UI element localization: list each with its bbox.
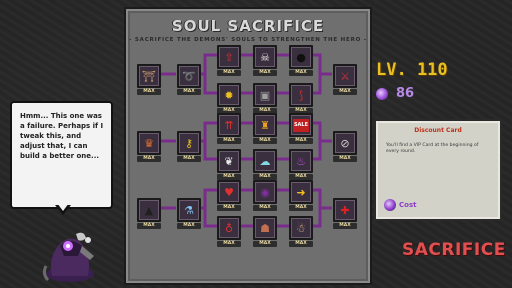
sacrifice-button[interactable]: SACRIFICE [402, 240, 506, 260]
purple-flame-icon: ♨ [296, 154, 306, 168]
no-entry-icon: ⊘ [340, 136, 350, 150]
skill-node-red-cross[interactable]: ✚ MAX [333, 198, 357, 229]
skill-node-sun-gear[interactable]: ✹ MAX [217, 83, 241, 114]
skill-node-skull-mage[interactable]: ☠ MAX [253, 45, 277, 76]
skill-node-chest[interactable]: ▣ MAX [253, 83, 277, 114]
soul-counter: 86 [376, 86, 414, 101]
skill-node-treasure[interactable]: ♜ MAX [253, 113, 277, 144]
max-badge: MAX [217, 241, 241, 247]
max-badge: MAX [289, 70, 313, 76]
arrow-right-icon: ➜ [296, 185, 306, 199]
sun-gear-icon: ✹ [224, 88, 234, 102]
player-level: LV. 110 [376, 60, 448, 80]
red-cross-icon: ✚ [340, 203, 350, 217]
skill-node-sale-tag[interactable]: SALE MAX [289, 113, 313, 144]
bomb-icon: ● [296, 50, 306, 64]
claw-icon: ⟆ [298, 88, 304, 102]
max-badge: MAX [333, 156, 357, 162]
chest-icon: ▣ [259, 88, 271, 102]
max-badge: MAX [333, 89, 357, 95]
panel-subtitle: - SACRIFICE THE DEMONS' SOULS TO STRENGT… [129, 37, 367, 43]
skill-node-key[interactable]: ⚷ MAX [177, 131, 201, 162]
max-badge: MAX [253, 205, 277, 211]
max-badge: MAX [137, 156, 161, 162]
red-potion-icon: ♁ [224, 221, 234, 235]
sale-tag-icon: SALE [292, 118, 310, 132]
heart-up-icon: ♥ [224, 185, 234, 199]
demon-crown-icon: ♛ [144, 136, 154, 150]
panel-title: SOUL SACRIFICE [171, 17, 325, 35]
max-badge: MAX [217, 205, 241, 211]
dialog-tail-fill [57, 203, 69, 211]
soul-icon [376, 87, 388, 100]
key-icon: ⚷ [184, 136, 194, 150]
max-badge: MAX [217, 138, 241, 144]
max-badge: MAX [177, 89, 201, 95]
cost-label: Cost [399, 201, 417, 209]
skill-node-purple-flame[interactable]: ♨ MAX [289, 149, 313, 180]
card-description: You'll find a VIP Card at the beginning … [386, 143, 479, 154]
skill-node-bomb[interactable]: ● MAX [289, 45, 313, 76]
skill-node-claw[interactable]: ⟆ MAX [289, 83, 313, 114]
skill-node-heart-up[interactable]: ♥ MAX [217, 180, 241, 211]
wings-icon: ❦ [224, 154, 234, 168]
max-badge: MAX [253, 70, 277, 76]
skill-node-double-arrow[interactable]: ⇈ MAX [217, 113, 241, 144]
ghost-icon: ☁ [259, 154, 271, 168]
soul-cost-icon [384, 199, 396, 211]
demon-scientist-character [42, 232, 94, 282]
skull-mage-icon: ☠ [260, 50, 270, 64]
skill-node-no-entry[interactable]: ⊘ MAX [333, 131, 357, 162]
card-title: Discount Card [414, 127, 462, 134]
skill-node-flex-arm[interactable]: ☃ MAX [289, 216, 313, 247]
crossed-swords-icon: ⚔ [340, 69, 350, 83]
skill-node-red-potion[interactable]: ♁ MAX [217, 216, 241, 247]
max-badge: MAX [137, 223, 161, 229]
max-badge: MAX [333, 223, 357, 229]
max-badge: MAX [253, 241, 277, 247]
upgrade-arrow-icon: ⇧ [224, 50, 234, 64]
skill-node-arrow-right[interactable]: ➜ MAX [289, 180, 313, 211]
dialog-bubble: Hmm... This one was a failure. Perhaps i… [10, 101, 113, 209]
skill-node-ghost[interactable]: ☁ MAX [253, 149, 277, 180]
max-badge: MAX [137, 89, 161, 95]
skill-node-potion[interactable]: ⚗ MAX [177, 198, 201, 229]
skill-node-meat[interactable]: ☗ MAX [253, 216, 277, 247]
whip-icon: ➰ [182, 69, 196, 83]
skill-node-demon-crown[interactable]: ♛ MAX [137, 131, 161, 162]
max-badge: MAX [177, 156, 201, 162]
shrine-icon: ⛩ [142, 69, 156, 83]
skill-node-whip[interactable]: ➰ MAX [177, 64, 201, 95]
skill-node-top-hat[interactable]: ▲ MAX [137, 198, 161, 229]
max-badge: MAX [289, 205, 313, 211]
top-hat-icon: ▲ [144, 203, 154, 217]
skill-node-shadow-eyes[interactable]: ◉ MAX [253, 180, 277, 211]
upgrade-detail-card: Discount Card You'll find a VIP Card at … [374, 119, 502, 221]
dialog-text: Hmm... This one was a failure. Perhaps i… [20, 112, 104, 160]
soul-count: 86 [396, 86, 415, 101]
skill-node-crossed-swords[interactable]: ⚔ MAX [333, 64, 357, 95]
max-badge: MAX [289, 241, 313, 247]
potion-icon: ⚗ [184, 203, 194, 217]
flex-arm-icon: ☃ [296, 221, 306, 235]
skill-node-upgrade-arrow[interactable]: ⇧ MAX [217, 45, 241, 76]
meat-icon: ☗ [260, 221, 270, 235]
max-badge: MAX [253, 138, 277, 144]
max-badge: MAX [289, 138, 313, 144]
skill-node-shrine[interactable]: ⛩ MAX [137, 64, 161, 95]
skill-node-wings[interactable]: ❦ MAX [217, 149, 241, 180]
treasure-icon: ♜ [260, 118, 270, 132]
max-badge: MAX [217, 70, 241, 76]
card-cost: Cost [384, 199, 416, 211]
double-arrow-icon: ⇈ [224, 118, 234, 132]
shadow-eyes-icon: ◉ [260, 185, 270, 199]
max-badge: MAX [177, 223, 201, 229]
